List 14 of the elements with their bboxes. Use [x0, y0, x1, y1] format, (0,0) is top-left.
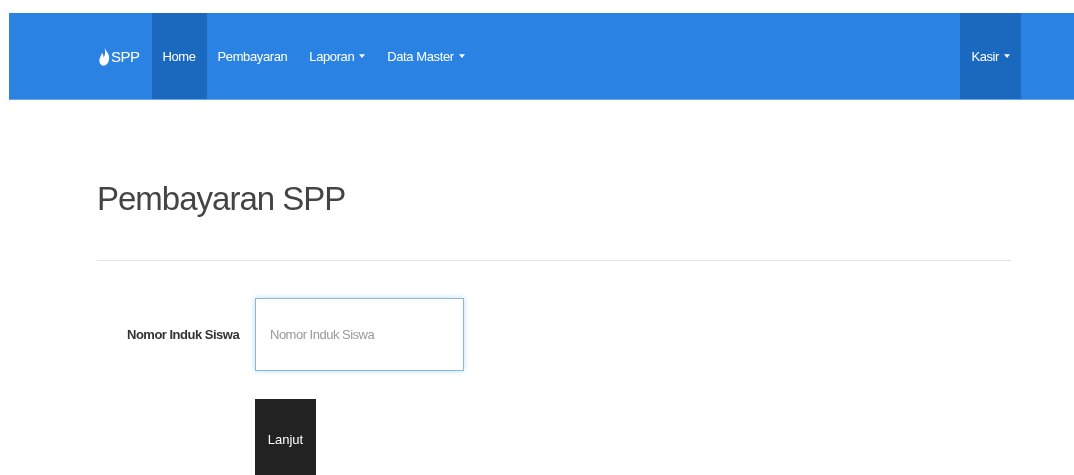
nav-dropdown[interactable]: Kasir	[960, 13, 1021, 99]
nav-dropdown[interactable]: Data Master	[376, 13, 476, 99]
nav-dropdown[interactable]: Laporan	[298, 13, 377, 99]
caret-icon	[458, 54, 465, 58]
field-label: Nomor Induk Siswa	[126, 327, 241, 342]
brand-link[interactable]: SPP	[99, 13, 152, 99]
page-title: Pembayaran SPP	[97, 180, 347, 218]
caret-icon	[1004, 54, 1010, 58]
nav-link[interactable]: Pembayaran	[206, 13, 299, 99]
flame-icon	[99, 46, 110, 66]
input-field[interactable]: Nomor Induk Siswa	[255, 298, 464, 371]
nav-link[interactable]: Home	[151, 13, 207, 99]
continue-button[interactable]: Lanjut	[255, 399, 316, 475]
caret-icon	[359, 54, 366, 58]
